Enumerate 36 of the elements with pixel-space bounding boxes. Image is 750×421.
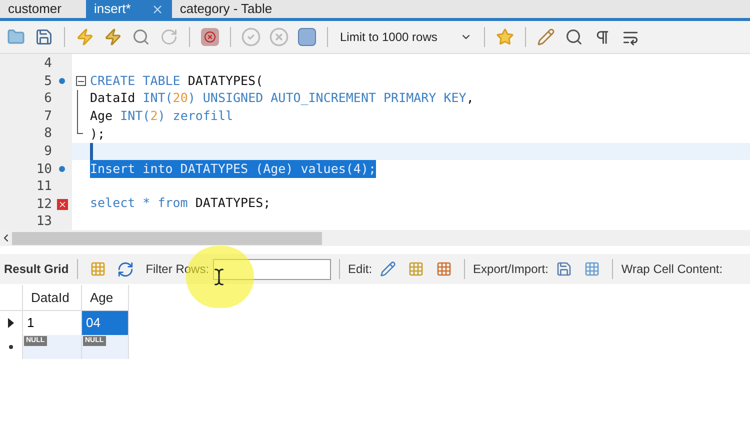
line-number: 8 — [44, 125, 52, 144]
new-row-icon — [9, 345, 13, 349]
edit-label: Edit: — [348, 261, 372, 278]
code-line: ); — [90, 124, 106, 143]
editor-tab[interactable]: category - Table — [172, 0, 280, 18]
wrap-label: Wrap Cell Content: — [621, 261, 723, 278]
fold-toggle-icon[interactable] — [76, 76, 86, 86]
line-number: 6 — [44, 90, 52, 108]
close-icon[interactable] — [150, 2, 164, 16]
current-row-icon — [8, 318, 14, 328]
line-number: 5 — [44, 72, 52, 91]
error-toggle-icon[interactable] — [198, 25, 222, 49]
limit-select[interactable]: Limit to 1000 rows — [336, 26, 476, 48]
text-cursor — [90, 142, 93, 160]
filter-field[interactable] — [213, 258, 332, 280]
line-number: 4 — [44, 55, 52, 74]
editor-tab[interactable]: insert* — [86, 0, 172, 18]
result-grid-tab[interactable]: Result Grid — [4, 260, 69, 278]
code-line: select * from DATATYPES; — [90, 194, 271, 212]
line-number: 7 — [44, 108, 52, 126]
error-icon — [56, 199, 68, 210]
line-number: 9 — [44, 143, 52, 162]
code-line: DataId INT(20) UNSIGNED AUTO_INCREMENT PRIMARY KEY, — [90, 89, 474, 108]
scrollbar-thumb[interactable] — [12, 232, 322, 244]
editor-tab[interactable]: customer — [0, 0, 86, 18]
rollback-icon[interactable] — [267, 25, 291, 49]
line-number: 11 — [36, 178, 52, 196]
column-header[interactable]: DataId — [23, 285, 82, 311]
line-number: 13 — [36, 213, 52, 232]
line-number: 10 — [36, 160, 52, 179]
code-line: CREATE TABLE DATATYPES( — [90, 72, 264, 90]
code-line: Age INT(2) zerofill — [90, 106, 234, 125]
commit-icon[interactable] — [239, 25, 263, 49]
line-number: 12 — [36, 196, 52, 214]
export-label: Export/Import: — [473, 261, 548, 278]
table-cell[interactable]: 04 — [82, 311, 129, 335]
